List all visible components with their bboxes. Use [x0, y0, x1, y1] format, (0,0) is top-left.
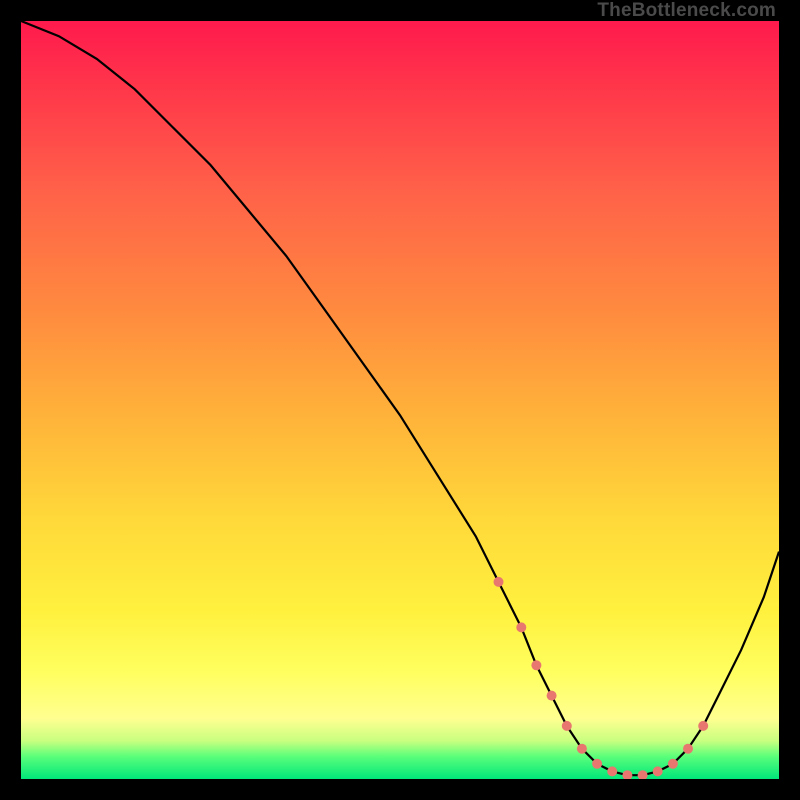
plot-area [21, 21, 779, 779]
marker-point [547, 691, 557, 701]
watermark-label: TheBottleneck.com [597, 0, 776, 22]
marker-point [562, 721, 572, 731]
marker-point [698, 721, 708, 731]
marker-point [592, 759, 602, 769]
marker-point [607, 766, 617, 776]
marker-point [516, 622, 526, 632]
marker-point [638, 770, 648, 779]
chart-frame: TheBottleneck.com [0, 0, 800, 800]
highlight-markers [494, 577, 709, 779]
marker-point [494, 577, 504, 587]
marker-point [683, 744, 693, 754]
marker-point [653, 766, 663, 776]
marker-point [531, 660, 541, 670]
chart-svg [21, 21, 779, 779]
bottleneck-curve [21, 21, 779, 775]
marker-point [622, 770, 632, 779]
marker-point [668, 759, 678, 769]
marker-point [577, 744, 587, 754]
